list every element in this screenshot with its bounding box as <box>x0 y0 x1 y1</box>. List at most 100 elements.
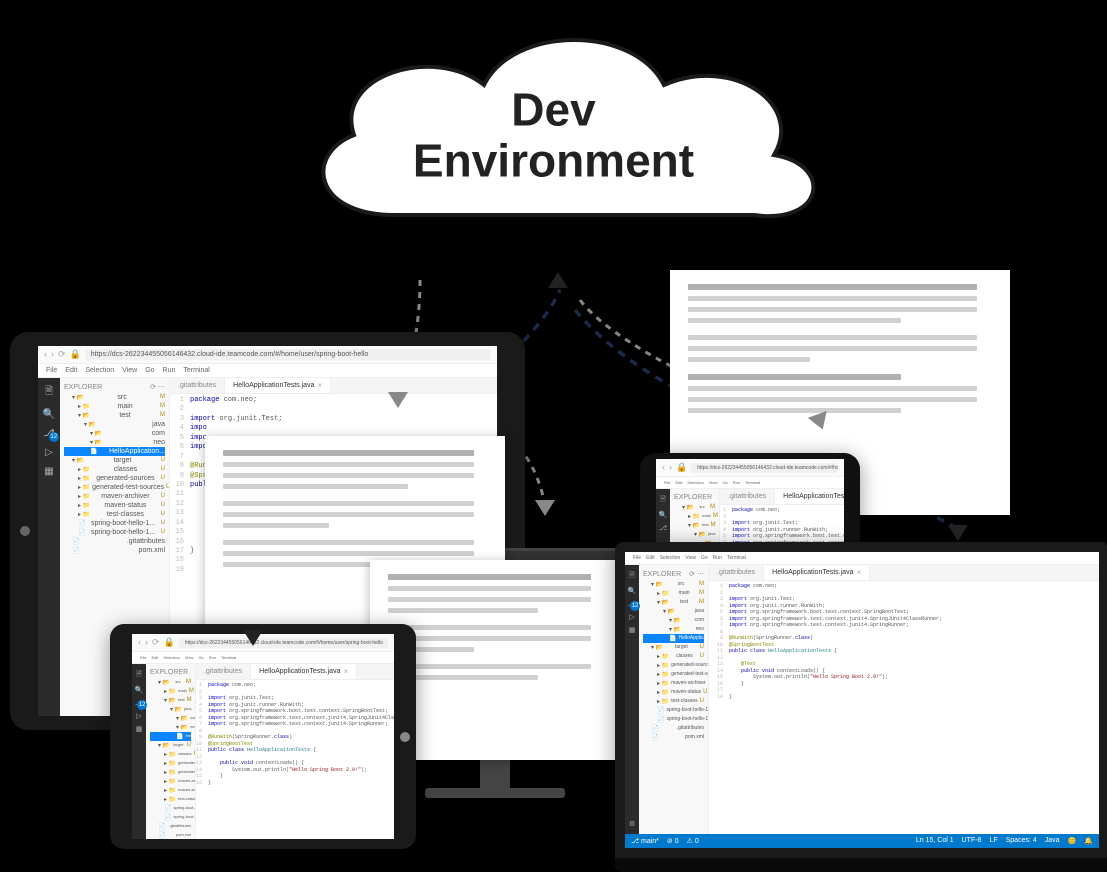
tree-item[interactable]: generated-sourcesU <box>64 474 165 483</box>
tree-item[interactable]: spring-boot-hello-1...U <box>150 813 191 822</box>
tree-item[interactable]: classesU <box>643 652 704 661</box>
tree-item[interactable]: neo <box>643 625 704 634</box>
tree-item[interactable]: targetU <box>150 741 191 750</box>
tree-item[interactable]: testM <box>643 598 704 607</box>
tree-item[interactable]: generated-test-sourcesU <box>643 670 704 679</box>
menu-item[interactable]: File <box>140 655 146 660</box>
editor-tab[interactable]: .gitattributes <box>170 378 225 393</box>
files-icon[interactable]: 🗎 <box>45 384 53 401</box>
scm-icon[interactable]: ⎇ <box>43 428 55 439</box>
menu-item[interactable]: Selection <box>660 555 681 561</box>
tree-item[interactable]: neo <box>64 438 165 447</box>
tree-item[interactable]: java <box>64 420 165 429</box>
tree-item[interactable]: maven-archiverU <box>150 777 191 786</box>
nav-back-icon[interactable]: ‹ <box>44 349 47 360</box>
tree-item[interactable]: HelloApplication... <box>150 732 191 741</box>
search-icon[interactable]: 🔍 <box>659 511 668 519</box>
tree-item[interactable]: targetU <box>643 643 704 652</box>
extensions-icon[interactable]: ▦ <box>44 466 53 477</box>
editor-tab[interactable]: .gitattributes <box>709 565 764 580</box>
status-item[interactable]: LF <box>989 837 997 845</box>
url-field[interactable]: https://dcs-262234455056146432.cloud-ide… <box>179 638 388 648</box>
status-item[interactable]: ⚠ 0 <box>687 837 699 845</box>
tree-item[interactable]: HelloApplication... <box>64 447 165 456</box>
files-icon[interactable]: 🗎 <box>629 571 635 582</box>
menu-item[interactable]: Selection <box>687 480 703 485</box>
tree-item[interactable]: spring-boot-hello-1...U <box>150 804 191 813</box>
status-item[interactable]: 😊 <box>1068 837 1077 845</box>
menu-item[interactable]: Edit <box>646 555 655 561</box>
search-icon[interactable]: 🔍 <box>135 686 144 694</box>
tree-item[interactable]: spring-boot-hello-1...U <box>643 715 704 724</box>
nav-fwd-icon[interactable]: › <box>51 349 54 360</box>
close-icon[interactable]: × <box>317 381 322 390</box>
tree-item[interactable]: targetU <box>64 456 165 465</box>
status-item[interactable]: Java <box>1045 837 1060 845</box>
tree-item[interactable]: generated-test-sourcesU <box>150 768 191 777</box>
tree-item[interactable]: classesU <box>150 750 191 759</box>
tree-item[interactable]: mainM <box>674 512 715 521</box>
search-icon[interactable]: 🔍 <box>43 409 55 420</box>
tree-item[interactable]: test-classesU <box>64 510 165 519</box>
menu-item[interactable]: Edit <box>675 480 682 485</box>
tree-item[interactable]: spring-boot-hello-1...U <box>64 528 165 537</box>
scm-icon[interactable]: ⎇ <box>135 699 143 707</box>
nav-reload-icon[interactable]: ⟳ <box>58 349 66 360</box>
menu-item[interactable]: Terminal <box>221 655 236 660</box>
menu-item[interactable]: File <box>633 555 641 561</box>
menu-item[interactable]: Terminal <box>727 555 746 561</box>
tree-item[interactable]: testM <box>674 521 715 530</box>
tree-item[interactable]: mainM <box>64 402 165 411</box>
tree-item[interactable]: srcM <box>674 503 715 512</box>
status-item[interactable]: ⎇ main* <box>631 837 659 845</box>
menu-item[interactable]: View <box>685 555 696 561</box>
tree-item[interactable]: maven-statusU <box>64 501 165 510</box>
tree-item[interactable]: pom.xml <box>643 733 704 742</box>
menu-item[interactable]: Go <box>145 367 154 374</box>
tree-item[interactable]: HelloApplicatio... <box>643 634 704 643</box>
tree-item[interactable]: test-classesU <box>643 697 704 706</box>
url-field[interactable]: https://dcs-262234455056146432.cloud-ide… <box>85 349 491 360</box>
menu-item[interactable]: Selection <box>85 367 114 374</box>
tree-item[interactable]: testM <box>64 411 165 420</box>
status-item[interactable]: Spaces: 4 <box>1006 837 1037 845</box>
code-editor[interactable]: 123456789101112131415161718 package com.… <box>709 581 1099 834</box>
url-field[interactable]: https://dcs-262234455056146432.cloud-ide… <box>691 463 838 473</box>
menu-item[interactable]: Terminal <box>745 480 760 485</box>
extensions-icon[interactable]: ▦ <box>629 626 636 634</box>
editor-tab[interactable]: HelloApplicationTests.java× <box>225 378 331 393</box>
refresh-icon[interactable]: ⟳ <box>689 571 695 578</box>
tree-item[interactable]: maven-statusU <box>150 786 191 795</box>
more-icon[interactable]: ⋯ <box>697 571 704 578</box>
files-icon[interactable]: 🗎 <box>660 495 666 506</box>
status-item[interactable]: UTF-8 <box>962 837 982 845</box>
menu-item[interactable]: Run <box>733 480 740 485</box>
extensions-icon[interactable]: ▦ <box>136 725 143 733</box>
menu-item[interactable]: Go <box>198 655 203 660</box>
tree-item[interactable]: com <box>643 616 704 625</box>
tree-item[interactable]: mainM <box>150 687 191 696</box>
files-icon[interactable]: 🗎 <box>136 670 142 681</box>
menu-item[interactable]: Go <box>722 480 727 485</box>
tree-item[interactable]: .gitattributes <box>150 822 191 831</box>
tree-item[interactable]: generated-sourcesU <box>643 661 704 670</box>
close-icon[interactable]: × <box>343 667 348 676</box>
tree-item[interactable]: neo <box>150 723 191 732</box>
tree-item[interactable]: maven-archiverU <box>643 679 704 688</box>
tree-item[interactable]: .gitattributes <box>64 537 165 546</box>
menu-item[interactable]: Terminal <box>183 367 209 374</box>
tree-item[interactable]: classesU <box>64 465 165 474</box>
scm-icon[interactable]: ⎇ <box>659 524 667 532</box>
menu-item[interactable]: File <box>664 480 670 485</box>
tree-item[interactable]: generated-sourcesU <box>150 759 191 768</box>
menu-item[interactable]: Edit <box>151 655 158 660</box>
scm-icon[interactable]: ⎇ <box>628 600 636 608</box>
debug-icon[interactable]: ▷ <box>45 447 53 458</box>
menu-item[interactable]: Selection <box>163 655 179 660</box>
tree-item[interactable]: maven-statusU <box>643 688 704 697</box>
menu-item[interactable]: View <box>185 655 194 660</box>
tree-item[interactable]: spring-boot-hello-1...U <box>643 706 704 715</box>
tree-item[interactable]: maven-archiverU <box>64 492 165 501</box>
search-icon[interactable]: 🔍 <box>628 587 637 595</box>
tree-item[interactable]: pom.xml <box>150 831 191 839</box>
